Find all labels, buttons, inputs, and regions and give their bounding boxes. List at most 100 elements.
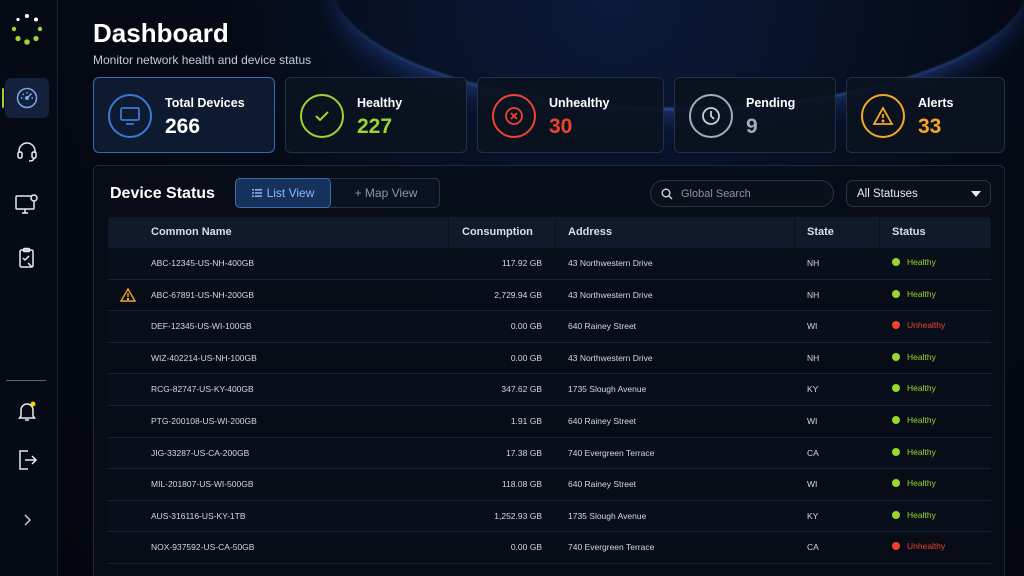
list-icon: [251, 189, 262, 197]
cell-consumption: 347.62 GB: [501, 384, 542, 395]
nav-support[interactable]: [5, 131, 49, 171]
table-row[interactable]: ABC-67891-US-NH-200GB 2,729.94 GB 43 North…: [108, 280, 991, 312]
table-row[interactable]: NOX-937592-US-CA-50GB 0.00 GB 740 Evergree…: [108, 532, 991, 564]
card-icon-circle: [108, 94, 152, 138]
column-header-address[interactable]: Address: [568, 226, 612, 238]
card-total-devices[interactable]: Total Devices 266: [93, 77, 275, 153]
cell-consumption: 117.92 GB: [501, 258, 542, 268]
device-table: Common Name Consumption Address State St…: [108, 217, 991, 564]
column-header-status[interactable]: Status: [892, 226, 926, 238]
cell-address: 43 Northwestern Drive: [568, 352, 653, 363]
cell-consumption: 2,729.94 GB: [494, 289, 542, 300]
card-pending[interactable]: Pending 9: [674, 77, 836, 153]
card-healthy[interactable]: Healthy 227: [285, 77, 467, 153]
sidebar: [0, 0, 58, 576]
cell-address: 43 Northwestern Drive: [568, 289, 653, 300]
monitor-icon: [120, 107, 140, 125]
cell-state: NH: [807, 352, 820, 363]
monitor-settings-icon: [15, 194, 38, 214]
nav-notifications[interactable]: [5, 391, 49, 431]
status-text: Healthy: [907, 257, 936, 267]
card-value: 266: [165, 115, 201, 138]
cell-address: 740 Evergreen Terrace: [568, 542, 655, 553]
cell-state: KY: [807, 510, 819, 521]
column-header-common-name[interactable]: Common Name: [151, 226, 232, 238]
card-label: Pending: [746, 96, 796, 110]
column-separator: [555, 217, 556, 248]
cell-address: 1735 Slough Avenue: [568, 384, 647, 395]
list-view-label: List View: [266, 186, 315, 200]
cell-common-name: ABC-67891-US-NH-200GB: [151, 289, 254, 300]
device-status-panel: Device Status List View + Map View All S…: [93, 165, 1005, 576]
nav-reports[interactable]: [5, 238, 49, 278]
nav-devices[interactable]: [5, 184, 49, 224]
cell-address: 1735 Slough Avenue: [568, 510, 647, 521]
nav-logout[interactable]: [5, 440, 49, 480]
list-view-button[interactable]: List View: [235, 178, 331, 208]
table-row[interactable]: DEF-12345-US-WI-100GB 0.00 GB 640 Rainey S…: [108, 311, 991, 343]
card-unhealthy[interactable]: Unhealthy 30: [477, 77, 664, 153]
cell-consumption: 17.38 GB: [506, 447, 542, 458]
map-view-button[interactable]: + Map View: [332, 179, 440, 207]
logo-icon: [11, 14, 43, 45]
column-separator: [879, 217, 880, 248]
status-dot: [892, 258, 900, 266]
table-row[interactable]: MIL-201807-US-WI-500GB 118.08 GB 640 Raine…: [108, 469, 991, 501]
global-search[interactable]: [650, 180, 834, 207]
status-text: Healthy: [907, 478, 936, 489]
table-row[interactable]: JIG-33287-US-CA-200GB 17.38 GB 740 Evergre…: [108, 437, 991, 470]
column-separator: [448, 217, 449, 248]
table-row[interactable]: AUS-316116-US-KY-1TB 1,252.93 GB 1735 Slou…: [108, 500, 991, 533]
table-row[interactable]: RCG-82747-US-KY-400GB 347.62 GB 1735 Sloug…: [108, 374, 991, 406]
card-label: Total Devices: [165, 96, 245, 110]
map-view-label: + Map View: [354, 186, 418, 200]
cell-common-name: ABC-12345-US-NH-400GB: [151, 258, 254, 268]
column-header-state[interactable]: State: [807, 226, 834, 238]
status-filter-value: All Statuses: [857, 187, 918, 200]
cell-address: 640 Rainey Street: [568, 321, 637, 332]
cell-common-name: PTG-200108-US-WI-200GB: [151, 415, 257, 426]
column-header-consumption[interactable]: Consumption: [462, 226, 533, 238]
nav-dashboard[interactable]: [2, 78, 49, 118]
chevron-right-icon: [24, 514, 32, 526]
cell-consumption: 0.00 GB: [510, 542, 542, 553]
table-row[interactable]: WIZ-402214-US-NH-100GB 0.00 GB 43 Northwes…: [108, 343, 991, 375]
status-text: Unhealthy: [907, 320, 946, 331]
card-icon-circle: [300, 94, 344, 138]
cell-common-name: AUS-316116-US-KY-1TB: [151, 510, 246, 521]
status-dot: [892, 321, 900, 330]
search-icon: [661, 188, 673, 199]
logout-icon: [19, 450, 38, 470]
status-badge: Unhealthy: [892, 320, 945, 330]
check-icon: [315, 111, 329, 122]
table-row[interactable]: PTG-200108-US-WI-200GB 1.91 GB 640 Rainey …: [108, 406, 991, 438]
cell-common-name: RCG-82747-US-KY-400GB: [151, 384, 254, 395]
status-text: Healthy: [907, 509, 936, 520]
status-badge: Healthy: [892, 415, 936, 425]
cell-address: 640 Rainey Street: [568, 479, 637, 490]
headset-icon: [17, 142, 37, 162]
cell-state: CA: [807, 447, 819, 458]
cell-common-name: NOX-937592-US-CA-50GB: [151, 542, 255, 553]
status-filter-select[interactable]: All Statuses: [846, 180, 991, 207]
card-icon-circle: [689, 94, 733, 138]
x-circle-icon: [505, 107, 523, 125]
expand-sidebar-button[interactable]: [5, 500, 49, 540]
search-input[interactable]: [681, 187, 821, 200]
status-badge: Healthy: [892, 289, 936, 299]
card-value: 227: [357, 115, 393, 138]
card-value: 9: [746, 115, 758, 138]
status-dot: [892, 479, 900, 488]
status-text: Healthy: [907, 351, 936, 362]
card-label: Healthy: [357, 96, 403, 110]
warning-icon: [872, 106, 894, 125]
page-subtitle: Monitor network health and device status: [93, 53, 312, 67]
cell-state: NH: [807, 289, 820, 300]
cell-state: WI: [807, 321, 818, 332]
column-separator: [794, 217, 795, 248]
card-alerts[interactable]: Alerts 33: [846, 77, 1005, 153]
table-row[interactable]: ABC-12345-US-NH-400GB 117.92 GB 43 Northwe…: [108, 248, 991, 280]
status-dot: [892, 542, 900, 551]
status-badge: Healthy: [892, 447, 936, 457]
status-badge: Healthy: [892, 257, 936, 267]
